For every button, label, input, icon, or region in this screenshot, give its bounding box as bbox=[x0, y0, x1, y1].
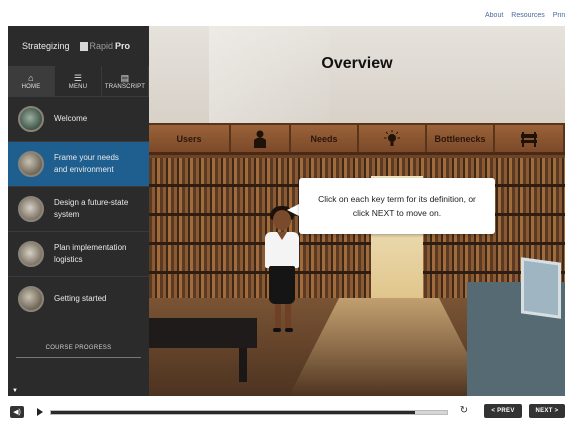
print-link[interactable]: Print bbox=[553, 12, 565, 26]
nav-tabs: ⌂ HOME ☰ MENU ▤ TRANSCRIPT bbox=[8, 66, 149, 96]
table-leg bbox=[239, 348, 247, 382]
character-skirt bbox=[269, 266, 295, 304]
stage-window bbox=[209, 26, 329, 123]
tab-menu[interactable]: ☰ MENU bbox=[55, 66, 102, 96]
menu-icon: ☰ bbox=[73, 72, 83, 83]
play-icon[interactable] bbox=[37, 408, 43, 416]
rapidpro-logo-icon bbox=[79, 41, 88, 51]
character-leg-left bbox=[275, 304, 281, 330]
character-leg-right bbox=[285, 304, 291, 330]
prev-button[interactable]: < PREV bbox=[484, 404, 522, 418]
brand-header: Strategizing Rapid Pro bbox=[8, 26, 149, 66]
transcript-icon: ▤ bbox=[120, 72, 130, 83]
lesson-stage: Overview Users Needs Bottlenecks Click o… bbox=[149, 26, 565, 396]
barrier-icon[interactable] bbox=[495, 125, 565, 152]
character-shoe-right bbox=[285, 328, 293, 332]
speech-bubble-tail bbox=[287, 204, 299, 216]
menu-item-design-future[interactable]: Design a future-state system bbox=[8, 186, 149, 231]
character-shoe-left bbox=[273, 328, 281, 332]
sidebar: Strategizing Rapid Pro ⌂ HOME ☰ MENU ▤ TR… bbox=[8, 26, 149, 396]
key-terms-bar: Users Needs Bottlenecks bbox=[149, 123, 565, 155]
menu-item-frame-needs[interactable]: Frame your needs and environment bbox=[8, 141, 149, 186]
seek-bar[interactable] bbox=[50, 410, 448, 415]
brand-strategizing: Strategizing bbox=[22, 41, 70, 51]
lightbulb-icon[interactable] bbox=[359, 125, 427, 152]
rapidpro-logo: Rapid Pro bbox=[79, 41, 130, 51]
table bbox=[149, 318, 257, 348]
course-progress-bar bbox=[16, 357, 141, 358]
about-link[interactable]: About bbox=[485, 12, 503, 26]
replay-icon[interactable]: ↻ bbox=[458, 405, 470, 417]
term-needs[interactable]: Needs bbox=[291, 125, 359, 152]
seek-bar-fill bbox=[51, 411, 416, 414]
monitor bbox=[521, 257, 561, 319]
welcome-thumbnail bbox=[18, 106, 44, 132]
tab-home[interactable]: ⌂ HOME bbox=[8, 66, 55, 96]
next-button[interactable]: NEXT > bbox=[529, 404, 565, 418]
progress-marker-icon: ▼ bbox=[12, 388, 18, 394]
frame-needs-thumbnail bbox=[18, 151, 44, 177]
design-future-thumbnail bbox=[18, 196, 44, 222]
term-users[interactable]: Users bbox=[149, 125, 231, 152]
person-icon[interactable] bbox=[231, 125, 291, 152]
tab-transcript[interactable]: ▤ TRANSCRIPT bbox=[102, 66, 149, 96]
term-bottlenecks[interactable]: Bottlenecks bbox=[427, 125, 495, 152]
menu-item-welcome[interactable]: Welcome bbox=[8, 96, 149, 141]
course-progress-label: COURSE PROGRESS bbox=[45, 345, 112, 351]
menu-item-plan-implementation[interactable]: Plan implementation logistics bbox=[8, 231, 149, 276]
top-links: About Resources Print bbox=[485, 12, 565, 26]
menu-item-getting-started[interactable]: Getting started bbox=[8, 276, 149, 321]
home-icon: ⌂ bbox=[28, 72, 34, 83]
resources-link[interactable]: Resources bbox=[511, 12, 544, 26]
plan-implementation-thumbnail bbox=[18, 241, 44, 267]
volume-icon[interactable]: ◀) bbox=[10, 406, 24, 418]
speech-bubble: Click on each key term for its definitio… bbox=[299, 178, 495, 234]
page-title: Overview bbox=[321, 55, 393, 72]
getting-started-thumbnail bbox=[18, 286, 44, 312]
